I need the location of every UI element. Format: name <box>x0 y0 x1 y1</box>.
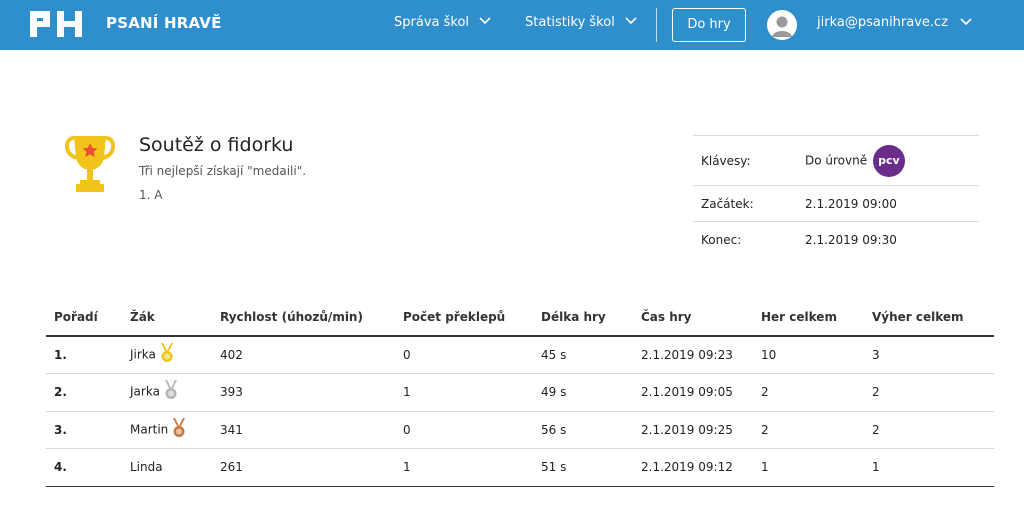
column-header[interactable]: Rychlost (úhozů/min) <box>220 298 403 337</box>
rank-cell: 2. <box>46 373 130 412</box>
keys-badge: pcv <box>872 144 905 177</box>
competition-description: Tři nejlepší získají "medaili". <box>139 164 307 178</box>
chevron-down-icon <box>479 17 491 25</box>
trophy-icon <box>65 136 115 192</box>
length-cell: 56 s <box>541 411 641 449</box>
wins-cell: 1 <box>872 448 994 487</box>
info-label: Klávesy: <box>693 135 805 186</box>
time-cell: 2.1.2019 09:23 <box>641 336 761 374</box>
column-header[interactable]: Pořadí <box>46 298 130 337</box>
user-email: jirka@psanihrave.cz <box>817 15 949 30</box>
info-value: 2.1.2019 09:00 <box>805 185 979 222</box>
table-row[interactable]: 2. Jarka 393 1 49 s 2.1.2019 09:05 2 2 <box>46 373 994 412</box>
info-row-keys: Klávesy: Do úrovně pcv <box>693 135 979 186</box>
user-menu[interactable]: jirka@psanihrave.cz <box>817 15 972 30</box>
student-name: Jarka <box>130 384 160 399</box>
column-header[interactable]: Čas hry <box>641 298 761 337</box>
student-name: Jirka <box>130 347 156 362</box>
column-header[interactable]: Her celkem <box>761 298 872 337</box>
wins-cell: 2 <box>872 373 994 412</box>
table-row[interactable]: 3. Martin 341 0 56 s 2.1.2019 09:25 2 2 <box>46 411 994 449</box>
column-header[interactable]: Výher celkem <box>872 298 994 337</box>
wins-cell: 3 <box>872 336 994 374</box>
competition-info-table: Klávesy: Do úrovně pcv Začátek: 2.1.2019… <box>693 135 979 258</box>
student-cell: Jirka <box>130 336 220 374</box>
competition-title: Soutěž o fidorku <box>139 134 294 156</box>
nav-school-statistics[interactable]: Statistiky škol <box>525 15 637 30</box>
play-button[interactable]: Do hry <box>672 8 746 42</box>
student-cell: Jarka <box>130 373 220 412</box>
errors-cell: 0 <box>403 411 541 449</box>
info-label: Konec: <box>693 221 805 258</box>
speed-cell: 341 <box>220 411 403 449</box>
medal-bronze-icon <box>173 417 186 437</box>
speed-cell: 393 <box>220 373 403 412</box>
student-name: Linda <box>130 460 163 475</box>
games-cell: 2 <box>761 373 872 412</box>
nav-school-statistics-label: Statistiky škol <box>525 15 615 30</box>
column-header[interactable]: Délka hry <box>541 298 641 337</box>
student-cell: Martin <box>130 411 220 449</box>
top-navigation-bar: PSANÍ HRAVĚ Správa škol Statistiky škol … <box>0 0 1024 50</box>
info-value: Do úrovně pcv <box>805 135 979 186</box>
nav-school-management[interactable]: Správa škol <box>394 15 491 30</box>
student-cell: Linda <box>130 448 220 487</box>
chevron-down-icon <box>960 18 972 26</box>
info-value: 2.1.2019 09:30 <box>805 221 979 258</box>
table-row[interactable]: 4. Linda 261 1 51 s 2.1.2019 09:12 1 1 <box>46 448 994 487</box>
rank-cell: 1. <box>46 336 130 374</box>
length-cell: 45 s <box>541 336 641 374</box>
logo-icon[interactable] <box>30 11 82 37</box>
speed-cell: 402 <box>220 336 403 374</box>
brand-name[interactable]: PSANÍ HRAVĚ <box>106 14 222 32</box>
medal-silver-icon <box>164 380 177 400</box>
length-cell: 49 s <box>541 373 641 412</box>
errors-cell: 1 <box>403 373 541 412</box>
info-label: Začátek: <box>693 185 805 222</box>
results-header-row: Pořadí Žák Rychlost (úhozů/min) Počet př… <box>46 298 994 337</box>
games-cell: 10 <box>761 336 872 374</box>
info-row-start: Začátek: 2.1.2019 09:00 <box>693 185 979 222</box>
time-cell: 2.1.2019 09:05 <box>641 373 761 412</box>
time-cell: 2.1.2019 09:12 <box>641 448 761 487</box>
time-cell: 2.1.2019 09:25 <box>641 411 761 449</box>
info-row-end: Konec: 2.1.2019 09:30 <box>693 221 979 258</box>
student-name: Martin <box>130 422 169 437</box>
results-table: Pořadí Žák Rychlost (úhozů/min) Počet př… <box>46 298 994 487</box>
wins-cell: 2 <box>872 411 994 449</box>
competition-class: 1. A <box>139 188 163 202</box>
errors-cell: 0 <box>403 336 541 374</box>
length-cell: 51 s <box>541 448 641 487</box>
rank-cell: 4. <box>46 448 130 487</box>
keys-level-text: Do úrovně <box>805 153 868 167</box>
nav-divider <box>656 8 657 42</box>
table-row[interactable]: 1. Jirka 402 0 45 s 2.1.2019 09:23 10 3 <box>46 336 994 374</box>
games-cell: 1 <box>761 448 872 487</box>
rank-cell: 3. <box>46 411 130 449</box>
medal-gold-icon <box>160 343 173 362</box>
nav-school-management-label: Správa škol <box>394 15 470 30</box>
user-avatar-icon[interactable] <box>767 10 797 40</box>
column-header[interactable]: Počet překlepů <box>403 298 541 337</box>
column-header[interactable]: Žák <box>130 298 220 337</box>
errors-cell: 1 <box>403 448 541 487</box>
chevron-down-icon <box>625 17 637 25</box>
games-cell: 2 <box>761 411 872 449</box>
speed-cell: 261 <box>220 448 403 487</box>
